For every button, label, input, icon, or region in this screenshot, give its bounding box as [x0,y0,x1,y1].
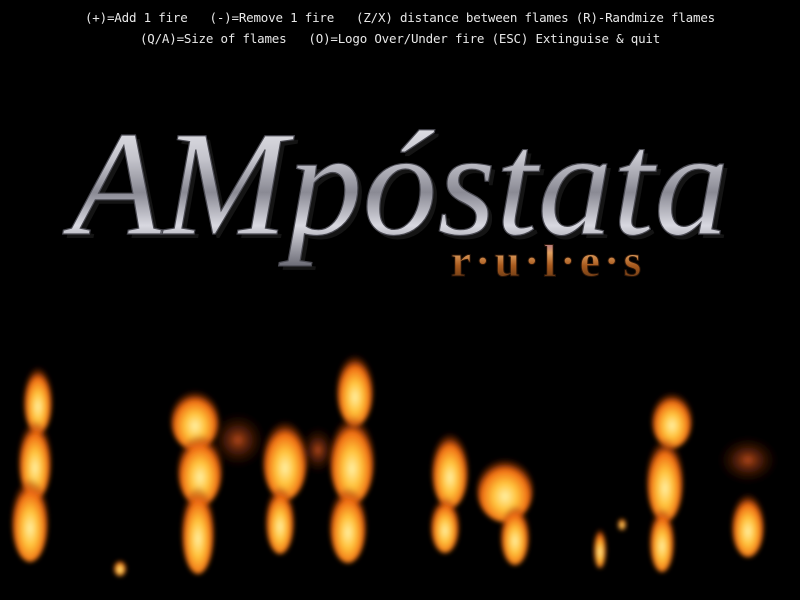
logo: AMpóstata AMpóstata r·u·l·e·s [61,100,733,286]
fire-column-1 [12,366,126,576]
fire-area [12,354,778,576]
fire-column-4 [330,354,374,563]
fire-column-6 [594,518,626,568]
fire-column-7 [647,392,692,572]
logo-subtitle: r·u·l·e·s [451,235,645,286]
fire-column-8 [718,436,778,557]
fire-column-5 [431,432,533,565]
fire-column-3 [263,420,336,554]
fire-column-2 [171,390,266,574]
